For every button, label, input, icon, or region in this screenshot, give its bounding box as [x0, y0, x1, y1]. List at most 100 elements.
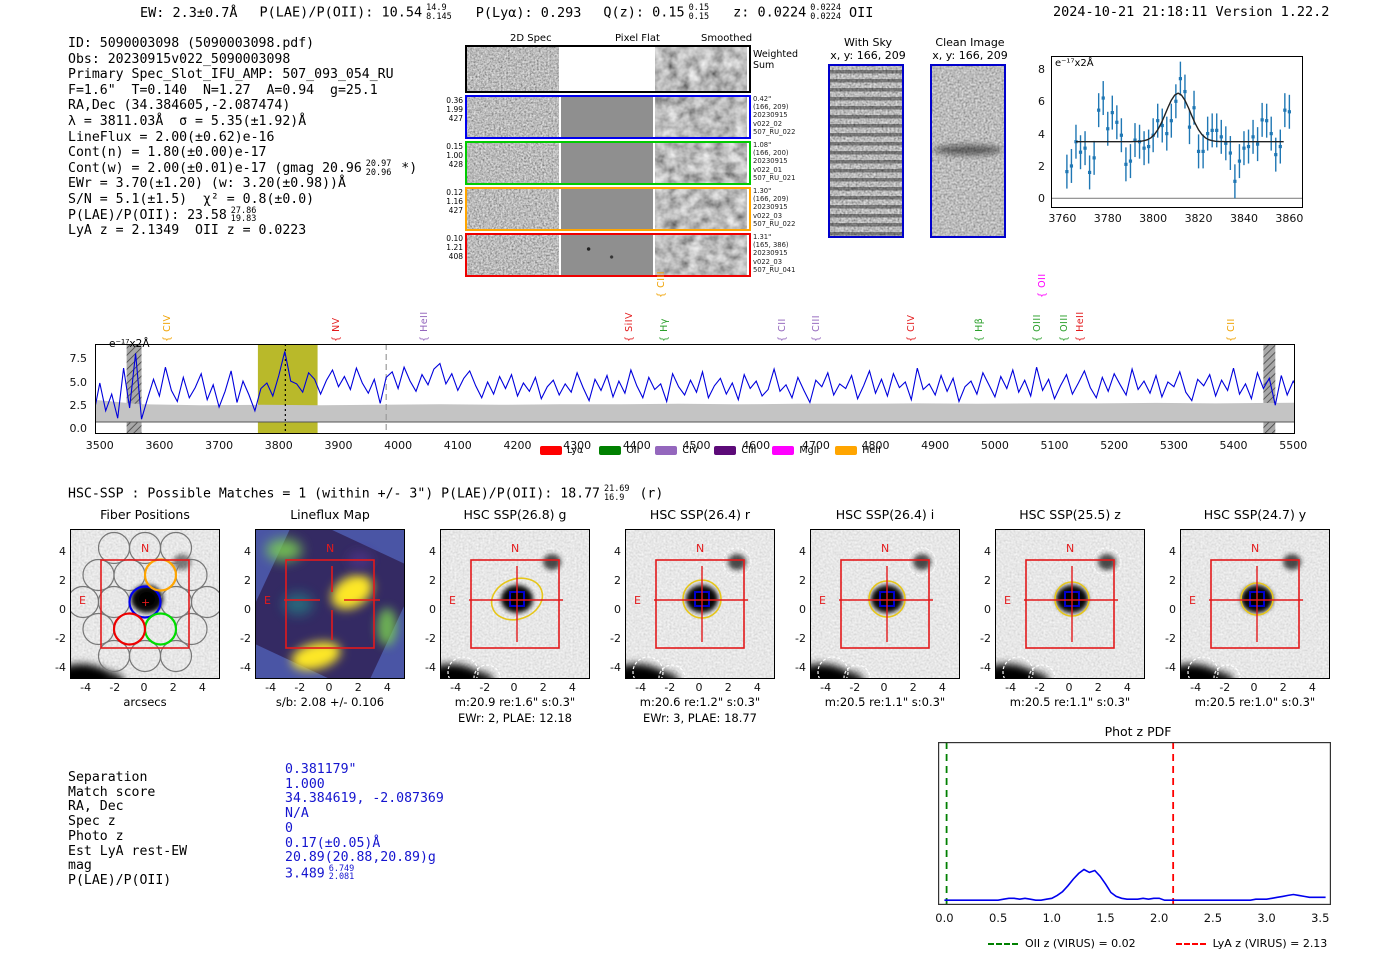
legend-item: MgII: [772, 445, 819, 456]
inset-x-tick: 3760: [1048, 212, 1077, 225]
spectrum-line-label: { CII: [777, 318, 789, 342]
spectrum-line-label: { OII: [1037, 273, 1049, 298]
cutout-x-tick: 0: [695, 681, 703, 694]
inset-y-tick: 0: [1038, 192, 1045, 206]
cutout-y-tick: 2: [1169, 573, 1176, 587]
match-value: 34.384619, -2.087369: [285, 791, 444, 807]
match-value: 0.17(±0.05)Å: [285, 835, 381, 851]
photz-legend-item: LyA z (VIRUS) = 2.13: [1175, 937, 1327, 950]
photz-x-tick: 1.5: [1096, 911, 1115, 925]
cutout-plot-area: NE: [810, 529, 960, 679]
spec2d-row: Weighted Sum: [465, 45, 798, 93]
spec2d-row-images: [465, 187, 751, 231]
spectrum-line-label: { OIII: [1059, 314, 1071, 342]
cutout-plot-area: NE: [440, 529, 590, 679]
info-line: LineFlux = 2.00(±0.62)e-16: [68, 129, 275, 145]
hsc-match-header: HSC-SSP : Possible Matches = 1 (within +…: [68, 484, 664, 503]
info-line: Cont(w) = 2.00(±0.01)e-17 (gmag 20.96 20.…: [68, 159, 418, 178]
info-line: EWr = 3.70(±1.20) (w: 3.20(±0.98))Å: [68, 176, 346, 192]
spectrum-line-label: { OIII: [1031, 314, 1043, 342]
legend-item: CIII: [714, 445, 756, 456]
match-label: Photo z: [68, 828, 124, 844]
cutout-x-tick: -2: [1034, 681, 1046, 694]
svg-text:N: N: [696, 542, 704, 555]
inset-x-tick: 3820: [1184, 212, 1213, 225]
cutout-x-tick: -2: [664, 681, 676, 694]
svg-text:N: N: [1251, 542, 1259, 555]
spectrum-x-tick: 5100: [1040, 439, 1069, 452]
cutout-x-tick: -4: [450, 681, 462, 694]
match-label: mag: [68, 858, 92, 874]
inset-x-tick: 3860: [1275, 212, 1304, 225]
line-fit-inset-chart: e⁻¹⁷x2Å 0 2 4 6 8 3760 3780 3800 3820 3840 3860: [1015, 50, 1325, 245]
cutout-y-tick: -4: [1165, 661, 1176, 675]
svg-text:E: E: [1004, 594, 1011, 607]
spectrum-line-label: { CIV: [161, 314, 173, 343]
cutout-y-tick: -4: [55, 661, 66, 675]
cutout-title: HSC SSP(24.7) y: [1203, 507, 1307, 522]
spectrum-line-label: { CIII: [655, 270, 667, 298]
spec2d-row-images: [465, 95, 751, 139]
spectrum-y-tick: 2.5: [69, 398, 88, 412]
spec2d-row-left-labels: 0.10 1.21 408: [446, 234, 463, 261]
info-line: F=1.6" T=0.140 N=1.27 A=0.94 g=25.1: [68, 82, 378, 98]
cutout-y-tick: -4: [980, 661, 991, 675]
match-value: 0: [285, 820, 293, 836]
spec2d-rows: Weighted Sum 0.36 1.99 427 0.42" (166, 209) 20…: [446, 45, 798, 279]
spectrum-x-tick: 3500: [85, 439, 114, 452]
spec2d-row-images: [465, 45, 751, 93]
spectrum-line-label: { HeII: [1074, 311, 1086, 342]
cutout-x-tick: -2: [849, 681, 861, 694]
spectrum-y-tick: 7.5: [69, 352, 88, 366]
cutout-y-tick: 4: [799, 544, 806, 558]
legend-swatch: [655, 446, 678, 455]
cutout-y-tick: 4: [429, 544, 436, 558]
cutout-y-tick: 4: [984, 544, 991, 558]
spec2d-row-left-labels: 0.36 1.99 427: [446, 96, 463, 123]
cutout-x-tick: 2: [1279, 681, 1287, 694]
cutout-x-tick: 0: [1065, 681, 1073, 694]
cutout-y-tick: -4: [240, 661, 251, 675]
z-value: z: 0.0224 0.0224 0.0224 OII: [733, 3, 874, 22]
info-line: LyA z = 2.1349 OII z = 0.0223: [68, 223, 307, 239]
photz-title: Phot z PDF: [1104, 724, 1172, 739]
cutout-y-tick: -4: [795, 661, 806, 675]
inset-plot-area: [1051, 56, 1303, 208]
match-value: N/A: [285, 806, 309, 822]
svg-text:N: N: [141, 542, 149, 555]
smoothed-image: [655, 143, 747, 183]
spectrum-x-tick: 4000: [384, 439, 413, 452]
cutout-x-tick: 4: [383, 681, 391, 694]
svg-text:E: E: [634, 594, 641, 607]
inset-units-label: e⁻¹⁷x2Å: [1055, 58, 1094, 69]
cutout-x-tick: 2: [724, 681, 732, 694]
info-line: P(LAE)/P(OII): 23.58 27.86 19.83: [68, 205, 257, 225]
info-line: λ = 3811.03Å σ = 5.35(±1.92)Å: [68, 113, 307, 129]
qz-value: Q(z): 0.15 0.15 0.15: [603, 3, 710, 22]
legend-label: HeII: [862, 445, 881, 456]
photz-x-tick: 1.0: [1042, 911, 1061, 925]
cutout-plot-area: NE: [1180, 529, 1330, 679]
with-sky-title: With Sky x, y: 166, 209: [830, 36, 906, 62]
match-value: 20.89(20.88,20.89)g: [285, 850, 436, 866]
cutout-sublabel-1: m:20.5 re:1.0" s:0.3": [1194, 695, 1316, 709]
cutout-x-tick: -2: [479, 681, 491, 694]
cutout-title: HSC SSP(26.4) r: [649, 507, 751, 522]
inset-y-tick: 8: [1038, 62, 1045, 76]
full-spectrum-chart: e⁻¹⁷x2Å 0.0 2.5 5.0 7.5 3500 3600 3700 3800 3900 4…: [70, 338, 1308, 452]
cutout-y-tick: 0: [799, 603, 806, 616]
smoothed-image: [655, 47, 747, 91]
photz-x-tick: 0.5: [988, 911, 1008, 925]
spec2d-row: 0.36 1.99 427 0.42" (166, 209) 20230915 v022_0…: [446, 95, 795, 139]
cutout-title: HSC SSP(25.5) z: [1019, 507, 1121, 522]
svg-text:E: E: [264, 594, 271, 607]
spectrum-line-label: { NV: [330, 317, 342, 342]
spec2d-row-right-labels: 1.30" (166, 209) 20230915 v022_03 507_RU_022: [753, 187, 796, 228]
cutout-x-tick: -2: [294, 681, 306, 694]
cutout-y-tick: -2: [55, 632, 66, 646]
spectrum-x-tick: 4900: [921, 439, 950, 452]
cutout-x-tick: -4: [635, 681, 647, 694]
inset-y-tick: 4: [1038, 127, 1045, 141]
cutout-x-tick: -2: [1219, 681, 1231, 694]
smoothed-image: [655, 97, 747, 137]
